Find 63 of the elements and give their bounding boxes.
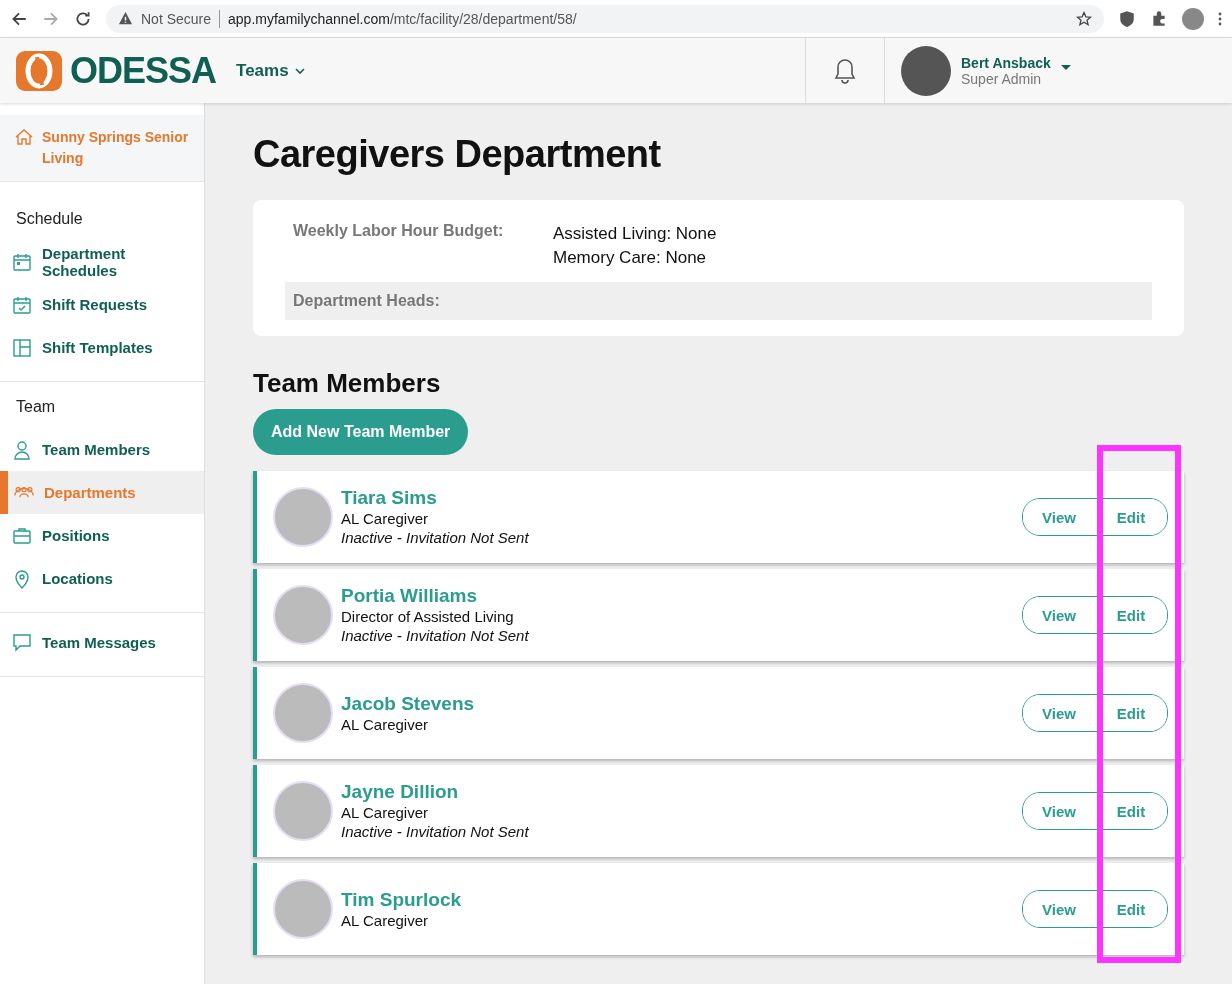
- avatar: [273, 487, 333, 547]
- user-name[interactable]: Bert Ansback: [961, 54, 1051, 71]
- avatar: [273, 879, 333, 939]
- section-title: Team Members: [253, 368, 442, 399]
- member-status: Inactive - Invitation Not Sent: [341, 528, 530, 547]
- chevron-down-icon: [294, 67, 305, 74]
- member-status: Inactive - Invitation Not Sent: [341, 822, 530, 841]
- sidebar-item[interactable]: Positions: [0, 514, 204, 557]
- sidebar-item[interactable]: Shift Requests: [0, 283, 204, 326]
- calendar-check-icon: [12, 294, 32, 315]
- url-text: app.myfamilychannel.com/mtc/facility/28/department/58/: [228, 10, 577, 27]
- member-name[interactable]: Tim Spurlock: [341, 888, 1022, 911]
- person-icon: [12, 439, 32, 460]
- home-icon: [14, 127, 34, 147]
- member-name[interactable]: Portia Williams: [341, 585, 1022, 607]
- avatar: [273, 585, 333, 645]
- page-title: Caregivers Department: [253, 133, 662, 176]
- sidebar-item[interactable]: Departments: [0, 471, 204, 514]
- layout-icon: [12, 337, 32, 358]
- sidebar-item[interactable]: Locations: [0, 557, 204, 600]
- member-position: AL Caregiver: [341, 714, 429, 734]
- member-name[interactable]: Jacob Stevens: [341, 692, 1022, 715]
- member-name[interactable]: Tiara Sims: [341, 487, 1022, 509]
- logo-icon: [16, 50, 62, 91]
- reload-icon[interactable]: [74, 9, 92, 28]
- menu-icon[interactable]: [1218, 10, 1222, 27]
- user-role: Super Admin: [961, 70, 1043, 87]
- sidebar-item[interactable]: Team Messages: [0, 621, 204, 664]
- budget-label: Weekly Labor Hour Budget:: [293, 222, 505, 241]
- logo-text: ODESSA: [70, 49, 217, 92]
- warning-icon: [118, 11, 133, 26]
- address-bar[interactable]: Not Secure app.myfamilychannel.com/mtc/facility/28/department/58/: [106, 4, 1104, 33]
- member-name[interactable]: Jayne Dillion: [341, 781, 1022, 803]
- member-position: Director of Assisted Living: [341, 607, 515, 626]
- section-title: Schedule: [15, 209, 84, 229]
- sidebar-item[interactable]: Team Members: [0, 428, 204, 471]
- caret-icon[interactable]: [1060, 65, 1071, 70]
- teams-menu[interactable]: Teams: [230, 59, 311, 82]
- avatar: [273, 683, 333, 743]
- briefcase-icon: [12, 525, 32, 546]
- puzzle-icon[interactable]: [1150, 9, 1168, 28]
- avatar: [273, 781, 333, 841]
- calendar-icon: [12, 251, 32, 272]
- bell-icon[interactable]: [833, 57, 857, 84]
- member-status: Inactive - Invitation Not Sent: [341, 626, 530, 645]
- member-position: AL Caregiver: [341, 509, 429, 528]
- budget-value: Memory Care: None: [553, 247, 708, 269]
- profile-avatar[interactable]: [1182, 7, 1204, 30]
- member-position: AL Caregiver: [341, 910, 429, 930]
- section-title: Team: [15, 397, 57, 417]
- security-label: Not Secure: [141, 10, 212, 27]
- star-icon[interactable]: [1076, 10, 1092, 27]
- budget-value: Assisted Living: None: [553, 223, 717, 245]
- location-pin-icon: [12, 568, 32, 589]
- chat-icon: [12, 632, 32, 653]
- add-member-button[interactable]: Add New Team Member: [253, 409, 469, 455]
- sidebar-item[interactable]: Shift Templates: [0, 326, 204, 369]
- member-position: AL Caregiver: [341, 803, 429, 822]
- facility-link[interactable]: Sunny Springs Senior Living: [0, 115, 204, 182]
- user-avatar[interactable]: [901, 45, 951, 96]
- heads-label: Department Heads:: [293, 292, 440, 309]
- shield-icon[interactable]: [1118, 9, 1136, 28]
- sidebar-item[interactable]: Department Schedules: [0, 240, 204, 283]
